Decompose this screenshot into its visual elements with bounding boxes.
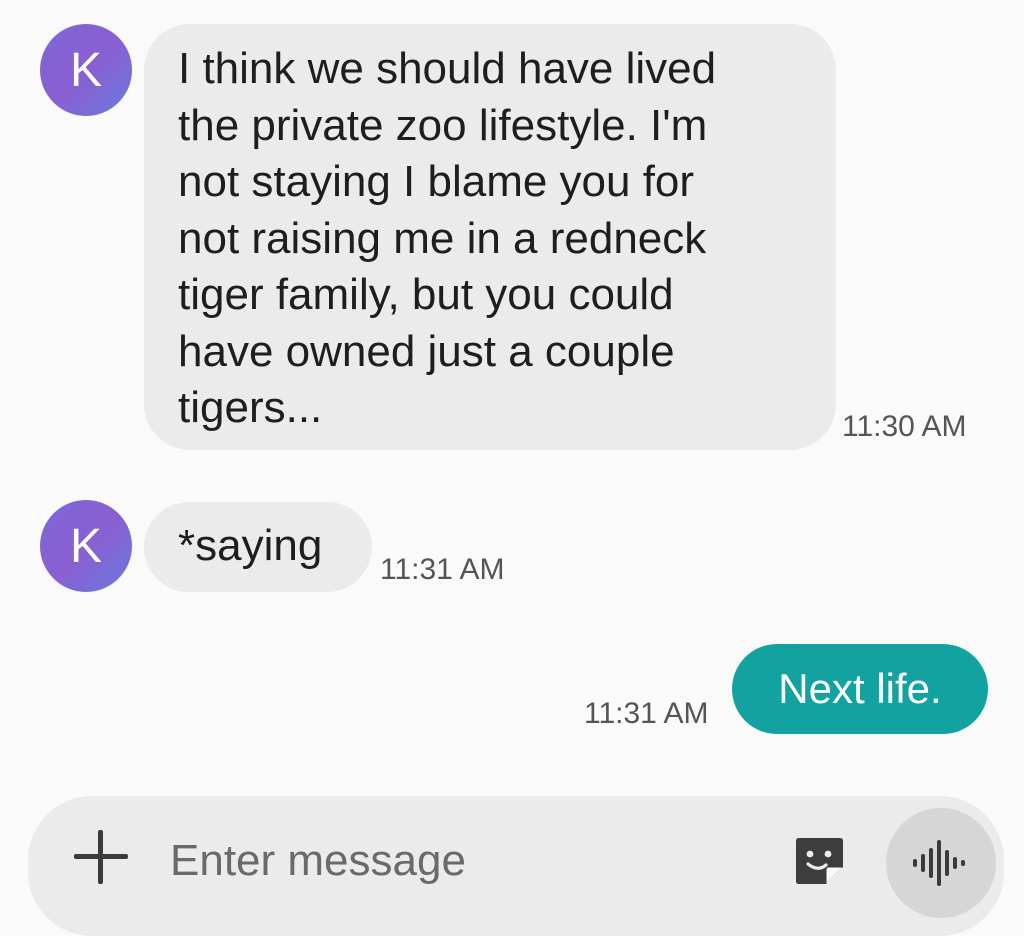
sticker-icon[interactable]: [792, 834, 846, 888]
message-input[interactable]: [170, 826, 730, 896]
avatar-initial: K: [69, 43, 102, 97]
message-timestamp: 11:30 AM: [842, 410, 967, 443]
voice-record-button[interactable]: [886, 808, 996, 918]
incoming-message-bubble[interactable]: I think we should have lived the private…: [144, 24, 836, 450]
message-timestamp: 11:31 AM: [584, 697, 709, 730]
contact-avatar[interactable]: K: [40, 500, 132, 592]
avatar-initial: K: [69, 519, 102, 573]
incoming-message-bubble[interactable]: *saying: [144, 502, 372, 592]
contact-avatar[interactable]: K: [40, 24, 132, 116]
message-timestamp: 11:31 AM: [380, 553, 505, 586]
outgoing-message-bubble[interactable]: Next life.: [732, 644, 988, 734]
plus-icon[interactable]: [74, 830, 128, 884]
voice-waveform-icon: [913, 840, 965, 886]
